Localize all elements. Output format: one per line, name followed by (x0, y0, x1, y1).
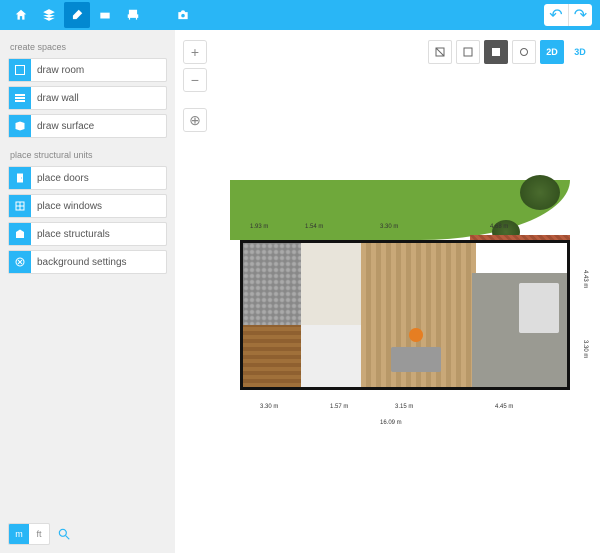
draw-surface-button[interactable]: draw surface (8, 114, 167, 138)
gravel-area (243, 243, 301, 328)
place-windows-button[interactable]: place windows (8, 194, 167, 218)
camera-icon[interactable] (170, 2, 196, 28)
dim-label: 4.43 m (582, 270, 588, 288)
wall-icon (9, 87, 31, 109)
top-right-tools: ↶ ↷ (544, 4, 592, 26)
dim-total: 16.09 m (380, 420, 402, 426)
room-icon (9, 59, 31, 81)
place-structurals-button[interactable]: place structurals (8, 222, 167, 246)
ottoman (409, 328, 423, 342)
tool-label: place doors (37, 173, 89, 184)
dim-label: 1.57 m (330, 404, 348, 410)
surface-icon (9, 115, 31, 137)
canvas[interactable]: + − ⊕ 2D 3D (175, 30, 600, 553)
center-button[interactable]: ⊕ (183, 108, 207, 132)
dim-label: 4.68 m (490, 224, 508, 230)
view-option-3[interactable] (484, 40, 508, 64)
zoom-group: + − ⊕ (183, 40, 207, 132)
sofa (391, 347, 441, 372)
dim-label: 3.30 m (260, 404, 278, 410)
section-create-spaces-label: create spaces (10, 42, 167, 52)
floorplan[interactable]: 1.93 m 1.54 m 3.30 m 4.68 m 3.30 m 1.57 … (230, 180, 570, 420)
view-3d-button[interactable]: 3D (568, 40, 592, 64)
section-structural-label: place structural units (10, 150, 167, 160)
draw-wall-button[interactable]: draw wall (8, 86, 167, 110)
dim-label: 3.30 m (582, 340, 588, 358)
furniture-icon[interactable] (92, 2, 118, 28)
bottom-tools: m ft (8, 523, 74, 545)
dim-label: 4.45 m (495, 404, 513, 410)
bedroom (472, 273, 567, 387)
view-option-2[interactable] (456, 40, 480, 64)
view-controls: 2D 3D (428, 40, 592, 64)
view-option-4[interactable] (512, 40, 536, 64)
bed (519, 283, 559, 333)
unit-toggle: m ft (8, 523, 50, 545)
bathroom (301, 325, 361, 387)
background-icon (9, 251, 31, 273)
background-settings-button[interactable]: background settings (8, 250, 167, 274)
undo-button[interactable]: ↶ (544, 4, 568, 26)
undo-redo-group: ↶ ↷ (544, 4, 592, 26)
unit-ft-button[interactable]: ft (29, 524, 49, 544)
chair-icon[interactable] (120, 2, 146, 28)
view-option-1[interactable] (428, 40, 452, 64)
tool-label: draw room (37, 65, 84, 76)
structural-icon (9, 223, 31, 245)
dim-label: 3.30 m (380, 224, 398, 230)
build-icon[interactable] (64, 2, 90, 28)
window-icon (9, 195, 31, 217)
dim-label: 3.15 m (395, 404, 413, 410)
tool-label: place structurals (37, 229, 110, 240)
zoom-out-button[interactable]: − (183, 68, 207, 92)
tool-label: draw surface (37, 121, 94, 132)
place-doors-button[interactable]: place doors (8, 166, 167, 190)
zoom-in-button[interactable]: + (183, 40, 207, 64)
tool-label: draw wall (37, 93, 79, 104)
measure-icon[interactable] (54, 524, 74, 544)
draw-room-button[interactable]: draw room (8, 58, 167, 82)
tool-label: background settings (37, 257, 127, 268)
main: create spaces draw room draw wall draw s… (0, 30, 600, 553)
layers-icon[interactable] (36, 2, 62, 28)
door-icon (9, 167, 31, 189)
living-room (361, 243, 476, 387)
home-icon[interactable] (8, 2, 34, 28)
unit-m-button[interactable]: m (9, 524, 29, 544)
sidebar: create spaces draw room draw wall draw s… (0, 30, 175, 553)
dim-label: 1.93 m (250, 224, 268, 230)
dim-label: 1.54 m (305, 224, 323, 230)
top-left-tools (8, 2, 196, 28)
bush-icon (520, 175, 560, 210)
tool-label: place windows (37, 201, 102, 212)
redo-button[interactable]: ↷ (568, 4, 592, 26)
kitchen-room (301, 243, 361, 325)
building-outline (240, 240, 570, 390)
topbar: ↶ ↷ (0, 0, 600, 30)
view-2d-button[interactable]: 2D (540, 40, 564, 64)
